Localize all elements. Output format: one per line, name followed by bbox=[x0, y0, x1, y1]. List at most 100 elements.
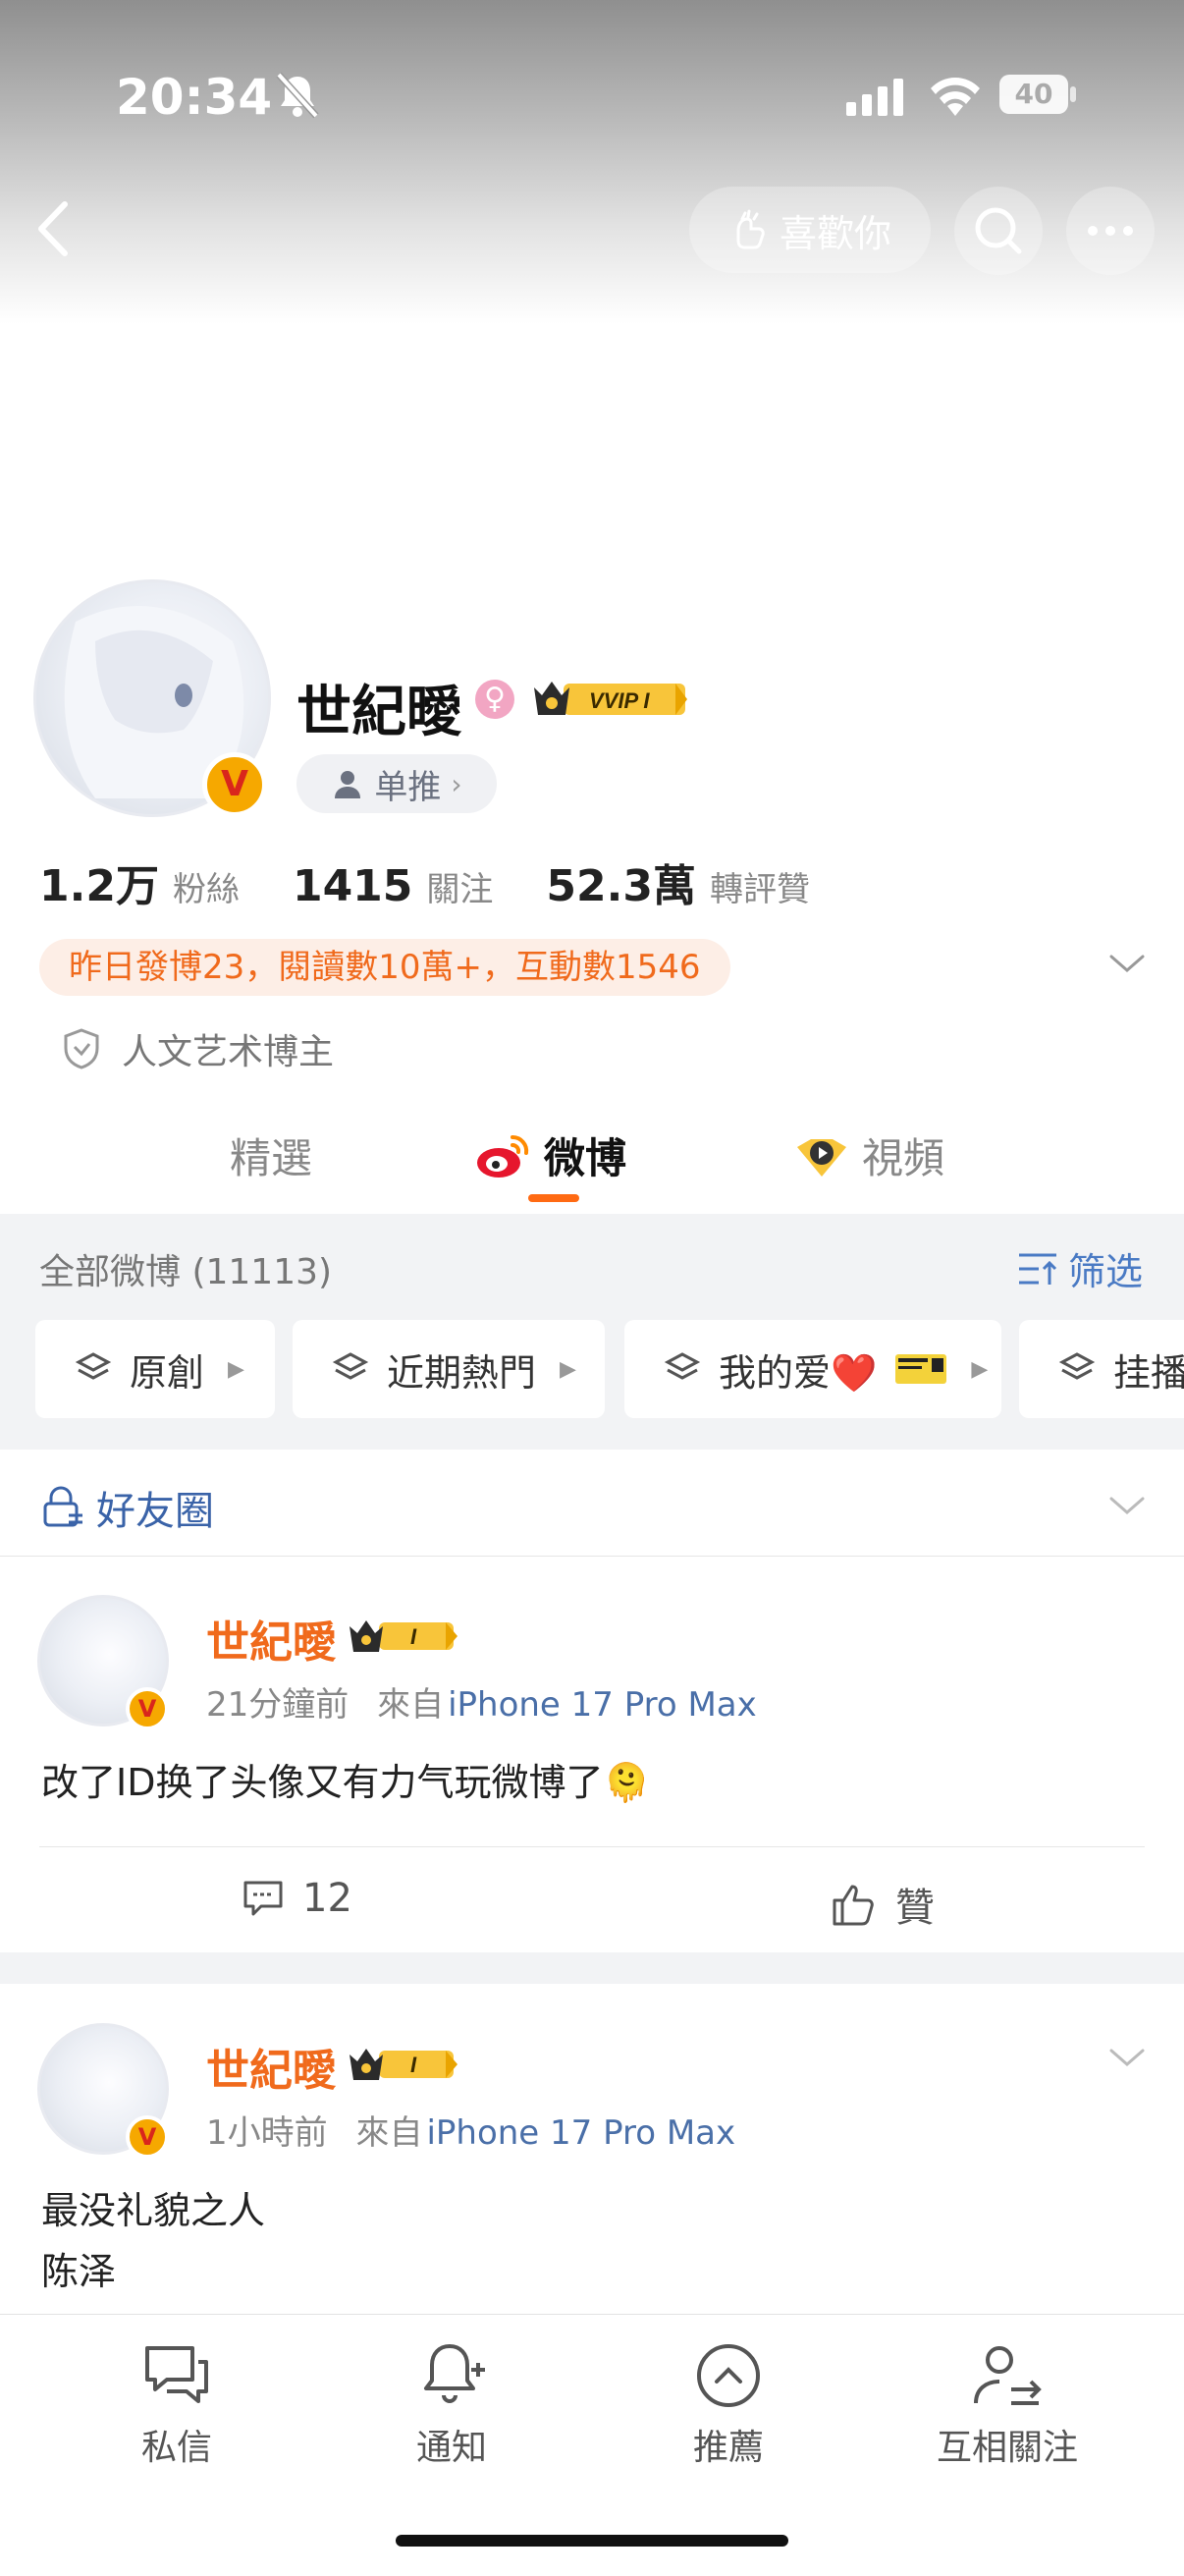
divider bbox=[39, 1846, 1145, 1847]
chevron-down-icon[interactable] bbox=[1107, 949, 1147, 978]
post-source-prefix: 來自 bbox=[377, 1685, 445, 1725]
like-label: 贊 bbox=[895, 1886, 935, 1931]
post-device[interactable]: iPhone 17 Pro Max bbox=[426, 2113, 735, 2153]
post-device[interactable]: iPhone 17 Pro Max bbox=[448, 1685, 757, 1725]
verified-badge: V bbox=[126, 1687, 169, 1730]
engagement-count[interactable]: 52.3萬 bbox=[546, 850, 696, 913]
chevron-down-icon[interactable] bbox=[1107, 1491, 1147, 1520]
bell-plus-icon bbox=[424, 2344, 485, 2403]
engagement-label[interactable]: 轉評贊 bbox=[710, 862, 810, 910]
layers-icon bbox=[332, 1352, 369, 1380]
member-badge[interactable]: I bbox=[348, 1617, 461, 1656]
verified-badge: V bbox=[126, 2115, 169, 2159]
home-indicator bbox=[396, 2535, 788, 2547]
bell-muted-icon bbox=[276, 72, 319, 119]
post-source-prefix: 來自 bbox=[355, 2113, 423, 2153]
nav-messages-label: 私信 bbox=[140, 2428, 212, 2468]
signal-icon bbox=[846, 79, 903, 116]
chip-pinned-label: 挂播 bbox=[1113, 1350, 1184, 1395]
post-text-line: 最没礼貌之人 bbox=[41, 2189, 266, 2232]
thumbs-up-icon bbox=[833, 1885, 874, 1926]
tab-featured[interactable]: 精選 bbox=[230, 1125, 312, 1185]
single-support-button[interactable]: 单推 › bbox=[296, 754, 497, 813]
nav-notifications[interactable]: 通知 bbox=[353, 2336, 550, 2470]
tab-featured-label: 精選 bbox=[230, 1134, 313, 1182]
profile-tabs: 精選 微博 視頻 bbox=[0, 1096, 1184, 1214]
layers-icon bbox=[664, 1352, 701, 1380]
post-author[interactable]: 世紀曖 bbox=[206, 2035, 336, 2098]
caret-right-icon: ▶ bbox=[228, 1356, 244, 1382]
comment-button[interactable]: 12 bbox=[242, 1876, 352, 1921]
post-time: 1小時前 bbox=[206, 2113, 328, 2153]
followers-count[interactable]: 1.2万 bbox=[39, 850, 159, 913]
chip-recent-hot-label: 近期熱門 bbox=[387, 1350, 537, 1395]
filter-button[interactable]: 筛选 bbox=[1017, 1241, 1143, 1295]
nav-mutual-follow-label: 互相關注 bbox=[936, 2428, 1078, 2468]
post-time: 21分鐘前 bbox=[206, 1685, 350, 1725]
like-you-label: 喜歡你 bbox=[779, 211, 891, 255]
more-button[interactable] bbox=[1066, 187, 1155, 275]
vvip-badge[interactable]: VVIP I bbox=[530, 678, 689, 721]
tab-videos[interactable]: 視頻 bbox=[793, 1125, 944, 1185]
filter-label: 筛选 bbox=[1068, 1250, 1144, 1293]
status-bar: 20:34 40 bbox=[0, 0, 1184, 196]
nav-recommend[interactable]: 推薦 bbox=[630, 2336, 827, 2470]
comment-icon bbox=[243, 1881, 283, 1916]
profile-avatar-container[interactable]: V bbox=[33, 579, 271, 817]
post-meta: 1小時前 來自 iPhone 17 Pro Max bbox=[206, 2106, 735, 2154]
search-button[interactable] bbox=[954, 187, 1043, 275]
tab-videos-label: 視頻 bbox=[862, 1134, 945, 1182]
shield-icon bbox=[64, 1028, 99, 1069]
chip-pinned[interactable]: 挂播 bbox=[1019, 1320, 1184, 1418]
post-author[interactable]: 世紀曖 bbox=[206, 1607, 336, 1670]
chip-original-label: 原創 bbox=[130, 1350, 205, 1395]
chevron-down-icon[interactable] bbox=[1107, 2043, 1147, 2072]
chevron-up-circle-icon bbox=[697, 2344, 760, 2407]
chat-icon bbox=[145, 2346, 208, 2403]
like-button[interactable]: 贊 bbox=[831, 1876, 935, 1933]
activity-summary[interactable]: 昨日發博23，閱讀數10萬+，互動數1546 bbox=[39, 939, 730, 996]
followers-label[interactable]: 粉絲 bbox=[173, 862, 240, 910]
active-tab-indicator bbox=[528, 1194, 579, 1202]
nav-messages[interactable]: 私信 bbox=[79, 2336, 275, 2470]
hand-heart-icon bbox=[736, 209, 765, 249]
chip-recent-hot[interactable]: 近期熱門 ▶ bbox=[293, 1320, 605, 1418]
profile-name: 世紀曖 bbox=[296, 681, 461, 744]
chip-original[interactable]: 原創 ▶ bbox=[35, 1320, 275, 1418]
video-badge-icon bbox=[797, 1138, 846, 1177]
section-divider bbox=[0, 1952, 1184, 1984]
battery-icon: 40 bbox=[999, 75, 1078, 118]
search-icon bbox=[975, 207, 1022, 254]
status-time: 20:34 bbox=[116, 69, 273, 126]
layers-icon bbox=[75, 1352, 112, 1380]
caret-right-icon: ▶ bbox=[971, 1356, 989, 1382]
person-icon bbox=[335, 771, 361, 798]
verified-badge: V bbox=[202, 752, 267, 817]
like-you-button[interactable]: 喜歡你 bbox=[689, 187, 931, 273]
post-actions: 12 贊 bbox=[0, 1848, 1184, 1948]
tab-weibo[interactable]: 微博 bbox=[475, 1125, 626, 1185]
more-dots-icon bbox=[1088, 226, 1133, 236]
concert-ticket-icon bbox=[895, 1354, 947, 1384]
comment-count: 12 bbox=[302, 1876, 352, 1921]
member-badge[interactable]: I bbox=[348, 2045, 461, 2084]
member-badge-text: I bbox=[410, 2053, 417, 2077]
profile-stats: 1.2万 粉絲 1415 關注 52.3萬 轉評贊 bbox=[39, 850, 1119, 911]
chip-my-love[interactable]: 我的爱❤️ ▶ bbox=[624, 1320, 1001, 1418]
following-label[interactable]: 關注 bbox=[426, 862, 493, 910]
all-posts-count: 全部微博 (11113) bbox=[39, 1252, 333, 1292]
mutual-follow-icon bbox=[974, 2346, 1042, 2405]
bottom-nav: 私信 通知 推薦 互相關注 bbox=[0, 2314, 1184, 2576]
friends-circle[interactable]: 好友圈 bbox=[39, 1479, 214, 1536]
nav-mutual-follow[interactable]: 互相關注 bbox=[909, 2336, 1105, 2470]
chevron-right-icon: › bbox=[451, 767, 462, 800]
post-text[interactable]: 最没礼貌之人 陈泽 bbox=[41, 2180, 265, 2302]
following-count[interactable]: 1415 bbox=[293, 861, 412, 911]
creator-tag-label: 人文艺术博主 bbox=[122, 1032, 335, 1072]
back-icon[interactable] bbox=[31, 196, 75, 261]
friends-circle-row[interactable]: 好友圈 bbox=[0, 1452, 1184, 1557]
layers-icon bbox=[1058, 1352, 1096, 1380]
creator-tag[interactable]: 人文艺术博主 bbox=[61, 1021, 334, 1076]
lock-circle-icon bbox=[43, 1486, 82, 1527]
post-text[interactable]: 改了ID换了头像又有力气玩微博了🫠 bbox=[41, 1752, 650, 1813]
